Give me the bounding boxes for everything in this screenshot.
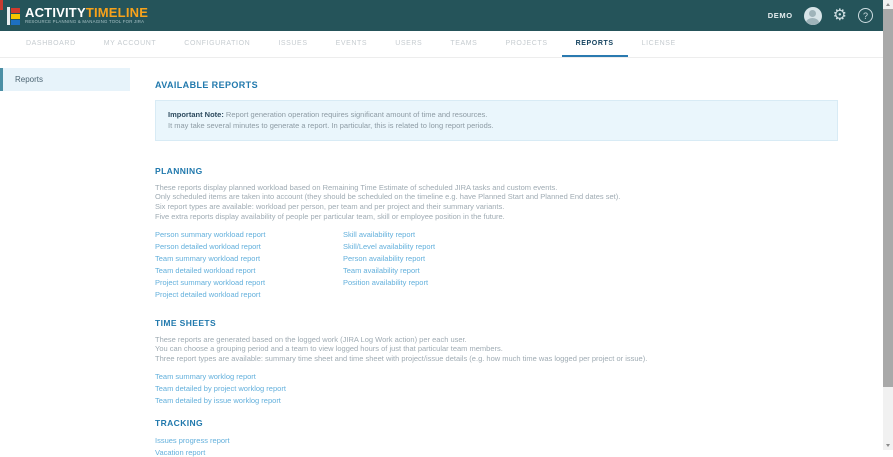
logo-blue-block: [11, 20, 20, 25]
left-edge-red-strip: [0, 0, 3, 10]
main-panel: AVAILABLE REPORTS Important Note: Report…: [130, 58, 883, 450]
logo-text: ACTIVITYTIMELINE RESOURCE PLANNING & MAN…: [25, 6, 191, 26]
report-link[interactable]: Project detailed workload report: [155, 291, 343, 299]
section-time-sheets: TIME SHEETS These reports are generated …: [155, 318, 838, 405]
report-link[interactable]: Team availability report: [343, 267, 838, 275]
tab-issues[interactable]: ISSUES: [264, 31, 321, 57]
important-note-box: Important Note: Report generation operat…: [155, 100, 838, 141]
planning-links-column-1: Person summary workload report Person det…: [155, 231, 343, 303]
report-link[interactable]: Project summary workload report: [155, 279, 343, 287]
logo-title: ACTIVITYTIMELINE: [25, 6, 191, 19]
tab-users[interactable]: USERS: [381, 31, 436, 57]
description-line: You can choose a grouping period and a t…: [155, 344, 838, 354]
report-link[interactable]: Person summary workload report: [155, 231, 343, 239]
report-link[interactable]: Team summary workload report: [155, 255, 343, 263]
page-title: AVAILABLE REPORTS: [155, 80, 838, 90]
scrollbar-thumb[interactable]: [883, 9, 893, 387]
note-bold-label: Important Note:: [168, 110, 224, 119]
report-link[interactable]: Team detailed by issue worklog report: [155, 397, 838, 405]
description-line: Six report types are available: workload…: [155, 202, 838, 212]
sidebar: Reports: [0, 58, 130, 450]
section-time-sheets-title: TIME SHEETS: [155, 318, 838, 328]
logo-red-block: [11, 8, 20, 13]
logo-tagline: RESOURCE PLANNING & MANAGING TOOL FOR JI…: [25, 20, 144, 24]
time-sheets-links: Team summary worklog report Team detailed…: [155, 373, 838, 405]
tab-events[interactable]: EVENTS: [322, 31, 382, 57]
section-time-sheets-description: These reports are generated based on the…: [155, 335, 838, 364]
planning-links: Person summary workload report Person det…: [155, 231, 838, 303]
section-planning-title: PLANNING: [155, 166, 838, 176]
app-logo[interactable]: ACTIVITYTIMELINE RESOURCE PLANNING & MAN…: [7, 6, 191, 26]
section-planning: PLANNING These reports display planned w…: [155, 166, 838, 303]
logo-title-activity: ACTIVITY: [25, 5, 86, 20]
report-link[interactable]: Issues progress report: [155, 437, 838, 445]
description-line: Only scheduled items are taken into acco…: [155, 192, 838, 202]
report-link[interactable]: Person availability report: [343, 255, 838, 263]
tab-projects[interactable]: PROJECTS: [491, 31, 561, 57]
logo-pole: [7, 7, 10, 25]
tab-reports[interactable]: REPORTS: [562, 31, 628, 57]
note-text-1: Report generation operation requires sig…: [224, 110, 487, 119]
help-icon[interactable]: ?: [858, 8, 873, 23]
tab-teams[interactable]: TEAMS: [436, 31, 491, 57]
scrollbar-up-arrow[interactable]: [883, 0, 893, 9]
note-line-2: It may take several minutes to generate …: [168, 120, 825, 131]
report-link[interactable]: Skill availability report: [343, 231, 838, 239]
report-link[interactable]: Team detailed workload report: [155, 267, 343, 275]
logo-title-timeline: TIMELINE: [86, 5, 148, 20]
gear-icon[interactable]: ⚙: [833, 8, 847, 24]
tab-dashboard[interactable]: DASHBOARD: [12, 31, 90, 57]
report-link[interactable]: Skill/Level availability report: [343, 243, 838, 251]
section-planning-description: These reports display planned workload b…: [155, 183, 838, 222]
tab-my-account[interactable]: MY ACCOUNT: [90, 31, 171, 57]
report-link[interactable]: Vacation report: [155, 449, 838, 457]
section-tracking: TRACKING Issues progress report Vacation …: [155, 418, 838, 457]
content-area: Reports AVAILABLE REPORTS Important Note…: [0, 58, 883, 450]
user-avatar[interactable]: [804, 7, 822, 25]
section-tracking-title: TRACKING: [155, 418, 838, 428]
report-link[interactable]: Position availability report: [343, 279, 838, 287]
sidebar-item-reports[interactable]: Reports: [0, 68, 130, 91]
tracking-links: Issues progress report Vacation report: [155, 437, 838, 457]
scrollbar-down-arrow[interactable]: [883, 441, 893, 450]
header-right-controls: DEMO ⚙ ?: [768, 0, 873, 31]
description-line: These reports are generated based on the…: [155, 335, 838, 345]
main-nav: DASHBOARDMY ACCOUNTCONFIGURATIONISSUESEV…: [0, 31, 883, 58]
description-line: Three report types are available: summar…: [155, 354, 838, 364]
logo-yellow-block: [11, 14, 20, 19]
activitytimeline-logo-icon: [7, 7, 20, 25]
note-line-1: Important Note: Report generation operat…: [168, 109, 825, 120]
description-line: These reports display planned workload b…: [155, 183, 838, 193]
report-link[interactable]: Team summary worklog report: [155, 373, 838, 381]
planning-links-column-2: Skill availability report Skill/Level ava…: [343, 231, 838, 303]
tab-configuration[interactable]: CONFIGURATION: [170, 31, 264, 57]
description-line: Five extra reports display availability …: [155, 212, 838, 222]
report-link[interactable]: Person detailed workload report: [155, 243, 343, 251]
app-header: ACTIVITYTIMELINE RESOURCE PLANNING & MAN…: [0, 0, 883, 31]
report-link[interactable]: Team detailed by project worklog report: [155, 385, 838, 393]
vertical-scrollbar[interactable]: [883, 0, 893, 450]
tab-license[interactable]: LICENSE: [628, 31, 690, 57]
user-name-label[interactable]: DEMO: [768, 11, 793, 20]
